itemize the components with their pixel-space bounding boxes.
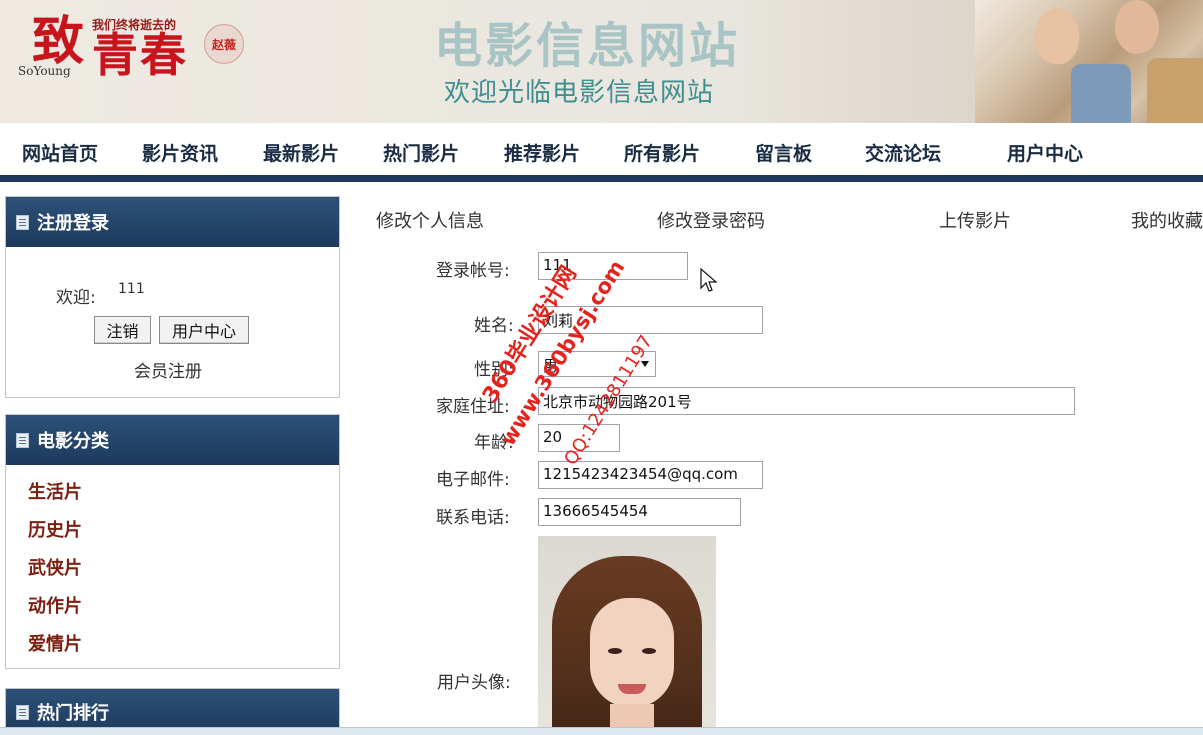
nav-item-latest[interactable]: 最新影片 xyxy=(263,139,339,166)
account-label: 登录帐号: xyxy=(436,261,510,281)
nav-item-forum[interactable]: 交流论坛 xyxy=(865,139,941,166)
nav-item-recommended[interactable]: 推荐影片 xyxy=(504,139,580,166)
tab-my-favorites[interactable]: 我的收藏 xyxy=(1131,207,1203,233)
logo-qingchun: 青春 xyxy=(92,28,188,82)
category-panel-title: 电影分类 xyxy=(37,431,109,452)
gender-select[interactable]: 男 xyxy=(538,351,656,377)
tab-edit-profile[interactable]: 修改个人信息 xyxy=(376,207,484,233)
mouse-cursor-icon xyxy=(700,268,718,292)
address-field[interactable]: 北京市动物园路201号 xyxy=(538,387,1075,415)
category-item-action[interactable]: 动作片 xyxy=(28,592,82,618)
login-panel: 注册登录 欢迎: 111 注销 用户中心 会员注册 xyxy=(5,196,340,398)
login-panel-title: 注册登录 xyxy=(37,213,109,234)
category-item-romance[interactable]: 爱情片 xyxy=(28,630,82,656)
nav-item-usercenter[interactable]: 用户中心 xyxy=(1007,139,1083,166)
login-panel-header: 注册登录 xyxy=(6,197,339,247)
nav-item-news[interactable]: 影片资讯 xyxy=(142,139,218,166)
tab-change-password[interactable]: 修改登录密码 xyxy=(657,207,765,233)
main-nav: 网站首页 影片资讯 最新影片 热门影片 推荐影片 所有影片 留言板 交流论坛 用… xyxy=(0,123,1203,175)
category-item-history[interactable]: 历史片 xyxy=(28,516,82,542)
category-item-wuxia[interactable]: 武侠片 xyxy=(28,554,82,580)
nav-item-messageboard[interactable]: 留言板 xyxy=(755,139,812,166)
banner-photo xyxy=(975,0,1203,123)
nav-item-all[interactable]: 所有影片 xyxy=(624,139,700,166)
document-icon xyxy=(16,432,29,448)
gender-selected-value: 男 xyxy=(543,357,559,375)
welcome-label: 欢迎: xyxy=(56,288,96,308)
address-label: 家庭住址: xyxy=(436,397,510,417)
nav-item-hot[interactable]: 热门影片 xyxy=(383,139,459,166)
email-label: 电子邮件: xyxy=(436,470,510,490)
register-link[interactable]: 会员注册 xyxy=(134,357,202,382)
hot-panel-title: 热门排行 xyxy=(37,703,109,724)
logo-seal: 赵薇 xyxy=(204,24,244,64)
page: 致 我们终将逝去的 青春 SoYoung 赵薇 电影信息网站 欢迎光临电影信息网… xyxy=(0,0,1203,735)
document-icon xyxy=(16,704,29,720)
site-subtitle: 欢迎光临电影信息网站 xyxy=(444,78,715,108)
nav-item-home[interactable]: 网站首页 xyxy=(22,139,98,166)
welcome-username: 111 xyxy=(118,281,145,297)
logo: 致 我们终将逝去的 青春 SoYoung 赵薇 xyxy=(14,10,274,110)
avatar-label: 用户头像: xyxy=(437,673,511,693)
tab-upload-movie[interactable]: 上传影片 xyxy=(939,207,1011,233)
nav-divider-bar xyxy=(0,175,1203,182)
user-avatar xyxy=(538,536,716,735)
category-panel-header: 电影分类 xyxy=(6,415,339,465)
logo-zhi: 致 xyxy=(32,11,85,72)
logout-button[interactable]: 注销 xyxy=(94,316,151,344)
document-icon xyxy=(16,214,29,230)
site-title: 电影信息网站 xyxy=(434,18,741,74)
account-field[interactable]: 111 xyxy=(538,252,688,280)
category-panel: 电影分类 生活片 历史片 武侠片 动作片 爱情片 xyxy=(5,414,340,669)
age-label: 年龄: xyxy=(474,433,514,453)
bottom-strip xyxy=(0,727,1203,735)
phone-label: 联系电话: xyxy=(436,508,510,528)
gender-label: 性别: xyxy=(474,360,514,380)
email-field[interactable]: 1215423423454@qq.com xyxy=(538,461,763,489)
logo-english: SoYoung xyxy=(18,64,71,78)
header-banner: 致 我们终将逝去的 青春 SoYoung 赵薇 电影信息网站 欢迎光临电影信息网… xyxy=(0,0,1203,123)
name-label: 姓名: xyxy=(474,316,514,336)
category-item-life[interactable]: 生活片 xyxy=(28,478,82,504)
phone-field[interactable]: 13666545454 xyxy=(538,498,741,526)
age-field[interactable]: 20 xyxy=(538,424,620,452)
dropdown-arrow-icon xyxy=(641,361,649,367)
name-field[interactable]: 刘莉 xyxy=(538,306,763,334)
user-center-button[interactable]: 用户中心 xyxy=(159,316,249,344)
